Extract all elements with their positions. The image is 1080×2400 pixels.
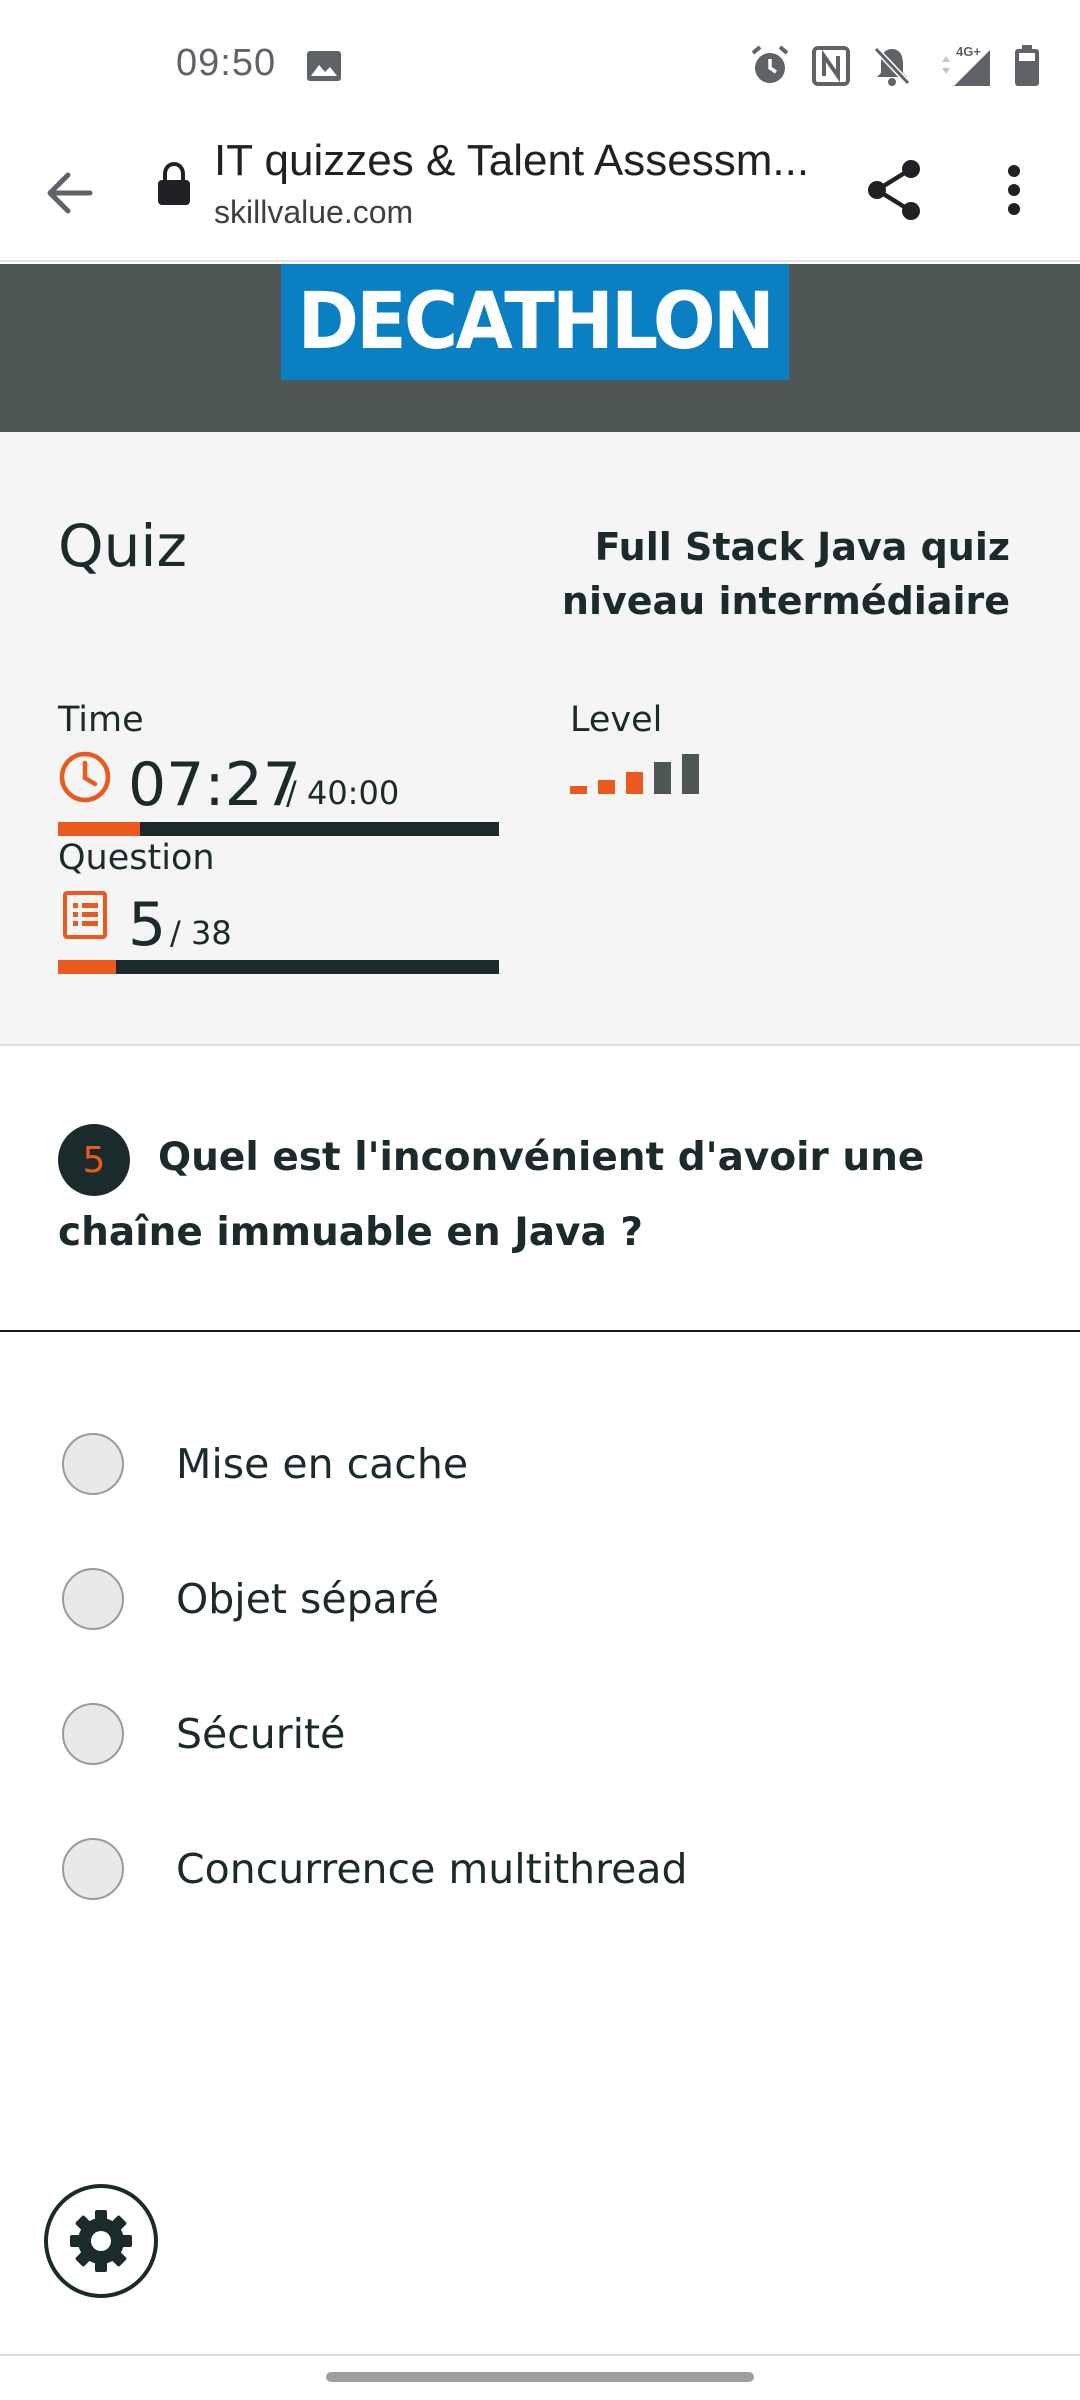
answer-label[interactable]: Objet séparé	[176, 1575, 439, 1623]
alarm-icon	[751, 45, 789, 83]
home-indicator[interactable]	[326, 2372, 754, 2382]
level-bar	[570, 786, 587, 794]
share-icon	[868, 160, 920, 220]
page-domain[interactable]: skillvalue.com	[214, 194, 413, 231]
quiz-heading: Quiz	[58, 512, 187, 580]
gallery-icon	[307, 51, 341, 81]
question-text: Quel est l'inconvénient d'avoir une chaî…	[58, 1135, 925, 1255]
question-block: Quel est l'inconvénient d'avoir une chaî…	[0, 1046, 1080, 1332]
question-current: 5	[128, 890, 167, 960]
notifications-off-icon	[873, 46, 911, 86]
time-progress-bar	[58, 822, 499, 836]
question-progress-bar	[58, 960, 499, 974]
time-label: Time	[58, 700, 144, 740]
quiz-name: Full Stack Java quiz niveau intermédiair…	[561, 525, 1010, 623]
lock-icon[interactable]	[156, 162, 192, 206]
arrow-back-icon	[47, 172, 93, 214]
level-bar	[598, 780, 615, 794]
share-button[interactable]	[860, 152, 930, 228]
decathlon-logo: DECATHLON	[281, 264, 789, 380]
settings-button[interactable]	[44, 2184, 158, 2298]
radio-button[interactable]	[62, 1838, 124, 1900]
nfc-icon	[812, 46, 850, 86]
status-bar: 09:50 4G+	[0, 0, 1080, 130]
battery-icon	[1015, 45, 1039, 86]
bottom-divider	[0, 2354, 1080, 2356]
answer-label[interactable]: Mise en cache	[176, 1440, 468, 1488]
quiz-info-panel: Quiz Full Stack Java quiz niveau intermé…	[0, 432, 1080, 1046]
gear-icon	[70, 2210, 132, 2272]
logo-text: DECATHLON	[297, 277, 775, 367]
answer-label[interactable]: Concurrence multithread	[176, 1845, 688, 1893]
clock-icon	[59, 751, 111, 803]
question-total: / 38	[170, 914, 232, 952]
answer-option[interactable]: Concurrence multithread	[62, 1829, 962, 1909]
level-label: Level	[570, 700, 663, 740]
list-icon	[63, 891, 107, 939]
level-indicator	[570, 754, 699, 794]
answer-option[interactable]: Objet séparé	[62, 1559, 962, 1639]
time-total: / 40:00	[286, 774, 400, 812]
brand-header: DECATHLON	[0, 264, 1080, 432]
question-progress-fill	[58, 960, 117, 974]
answer-option[interactable]: Mise en cache	[62, 1424, 962, 1504]
question-label: Question	[58, 838, 215, 878]
signal-4g-icon: 4G+	[942, 44, 990, 86]
radio-button[interactable]	[62, 1433, 124, 1495]
page-title[interactable]: IT quizzes & Talent Assessm...	[214, 136, 814, 186]
answer-label[interactable]: Sécurité	[176, 1710, 345, 1758]
status-time: 09:50	[176, 42, 277, 84]
more-vert-icon	[1008, 165, 1020, 215]
status-icons: 4G+	[750, 44, 1040, 88]
question-number-badge: 5	[58, 1124, 130, 1196]
answer-option[interactable]: Sécurité	[62, 1694, 962, 1774]
level-bar	[654, 762, 671, 794]
level-bar	[682, 754, 699, 794]
time-elapsed: 07:27	[128, 750, 301, 820]
more-options-button[interactable]	[984, 152, 1044, 228]
level-bar	[626, 772, 643, 794]
back-button[interactable]	[36, 160, 102, 226]
time-progress-fill	[58, 822, 141, 836]
browser-toolbar: IT quizzes & Talent Assessm... skillvalu…	[0, 130, 1080, 262]
svg-text:4G+: 4G+	[956, 44, 981, 59]
radio-button[interactable]	[62, 1568, 124, 1630]
radio-button[interactable]	[62, 1703, 124, 1765]
